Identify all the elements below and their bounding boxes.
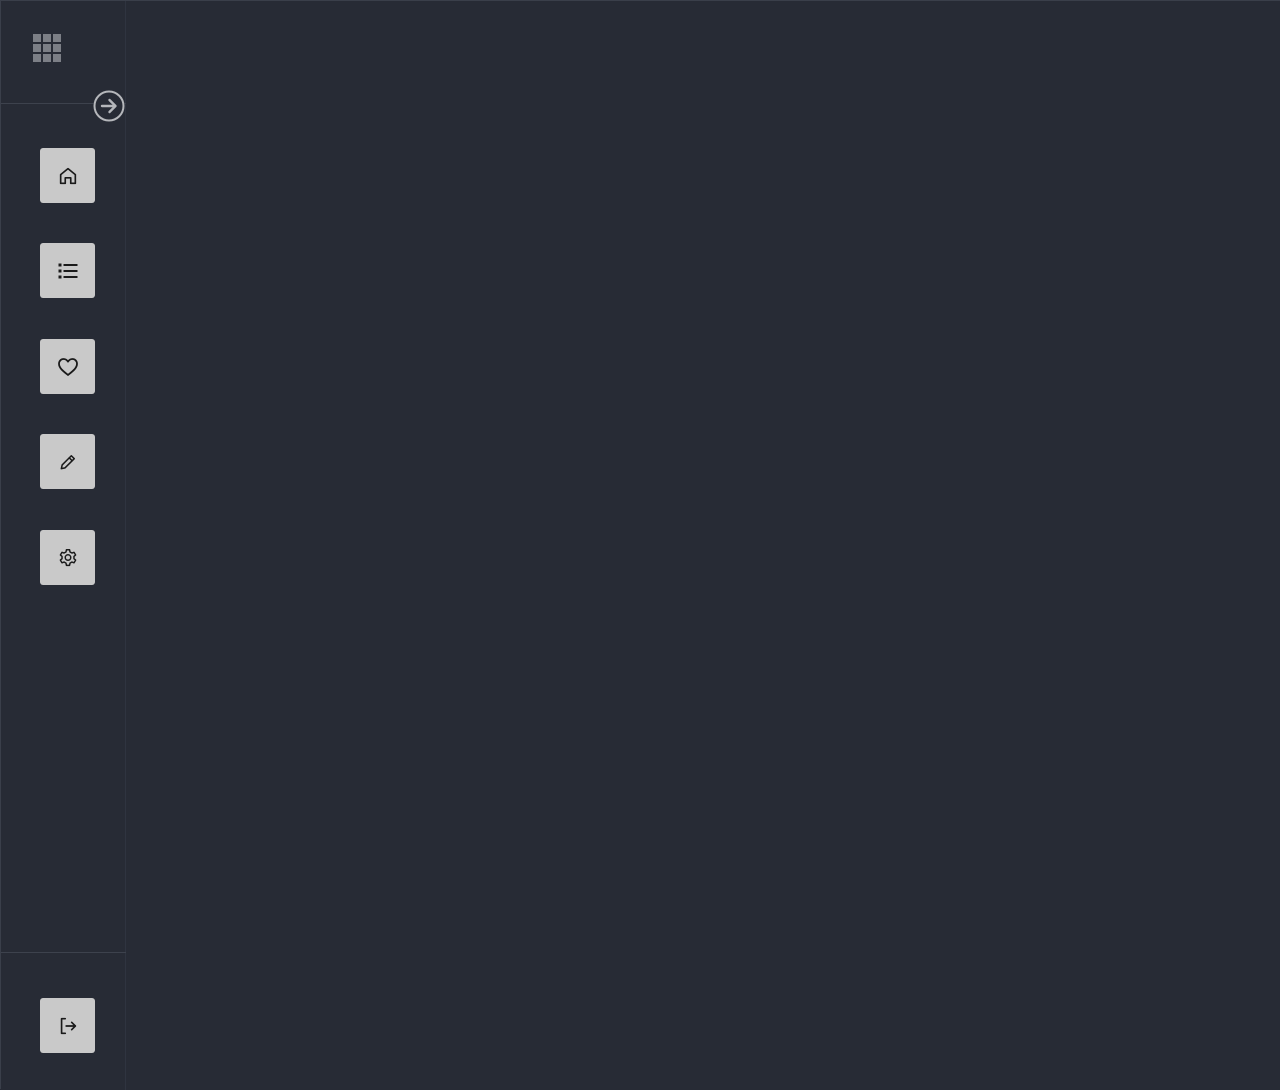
gear-icon [59,548,76,566]
nav-favorites-button[interactable] [40,339,95,394]
nav-home-button[interactable] [40,148,95,203]
sidebar-divider-bottom [1,952,126,953]
arrow-right-circle-icon [93,90,125,122]
heart-icon [57,357,78,376]
home-icon [59,167,76,184]
grid-icon[interactable] [33,34,63,64]
main-content-area [127,1,1280,1090]
sidebar [1,1,126,1090]
pencil-icon [60,454,75,469]
logout-button[interactable] [40,998,95,1053]
nav-edit-button[interactable] [40,434,95,489]
nav-list-button[interactable] [40,243,95,298]
logout-icon [60,1017,76,1034]
sidebar-expand-button[interactable] [93,90,125,122]
nav-settings-button[interactable] [40,530,95,585]
list-icon [58,263,77,278]
app-window [0,0,1280,1090]
